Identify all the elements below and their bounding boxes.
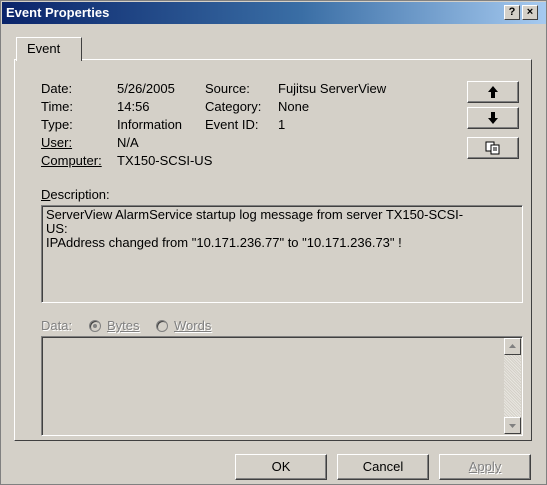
- apply-button[interactable]: Apply: [439, 454, 531, 480]
- tab-event-label: Event: [27, 41, 61, 56]
- window-title: Event Properties: [6, 5, 110, 20]
- computer-value: TX150-SCSI-US: [117, 153, 213, 168]
- help-button[interactable]: ?: [504, 5, 520, 20]
- apply-button-label: Apply: [468, 459, 502, 474]
- words-radio[interactable]: [156, 320, 168, 332]
- description-label: Description:: [41, 187, 110, 202]
- date-label: Date:: [41, 81, 73, 96]
- category-value: None: [278, 99, 310, 114]
- event-id-label: Event ID:: [205, 117, 259, 132]
- computer-label: Computer:: [41, 153, 102, 168]
- scroll-down-button[interactable]: [504, 417, 521, 434]
- words-radio-label: Words: [174, 318, 212, 333]
- data-text-box[interactable]: [41, 336, 523, 436]
- tab-event[interactable]: Event: [16, 37, 82, 61]
- time-value: 14:56: [117, 99, 150, 114]
- event-id-value: 1: [278, 117, 286, 132]
- scroll-up-button[interactable]: [504, 338, 521, 355]
- type-label: Type:: [41, 117, 73, 132]
- title-bar: Event Properties ? ×: [2, 2, 546, 24]
- scroll-down-icon: [509, 424, 516, 428]
- arrow-down-icon: [488, 112, 498, 124]
- user-label: User:: [41, 135, 73, 150]
- copy-icon: [485, 141, 500, 155]
- data-scrollbar[interactable]: [504, 338, 521, 434]
- date-value: 5/26/2005: [117, 81, 175, 96]
- source-value: Fujitsu ServerView: [278, 81, 387, 96]
- user-value: N/A: [117, 135, 139, 150]
- category-label: Category:: [205, 99, 262, 114]
- event-properties-window: Event Properties ? × Event Date: 5/26/20…: [0, 0, 547, 485]
- ok-button[interactable]: OK: [235, 454, 327, 480]
- arrow-up-icon: [488, 86, 498, 98]
- bytes-radio[interactable]: [89, 320, 101, 332]
- description-text-box[interactable]: ServerView AlarmService startup log mess…: [41, 205, 523, 303]
- copy-button[interactable]: [467, 137, 519, 159]
- data-label: Data:: [41, 318, 73, 333]
- cancel-button[interactable]: Cancel: [337, 454, 429, 480]
- next-event-button[interactable]: [467, 107, 519, 129]
- time-label: Time:: [41, 99, 74, 114]
- close-button[interactable]: ×: [522, 5, 538, 20]
- previous-event-button[interactable]: [467, 81, 519, 103]
- scroll-up-icon: [509, 344, 516, 348]
- type-value: Information: [117, 117, 183, 132]
- source-label: Source:: [205, 81, 250, 96]
- bytes-radio-label: Bytes: [107, 318, 140, 333]
